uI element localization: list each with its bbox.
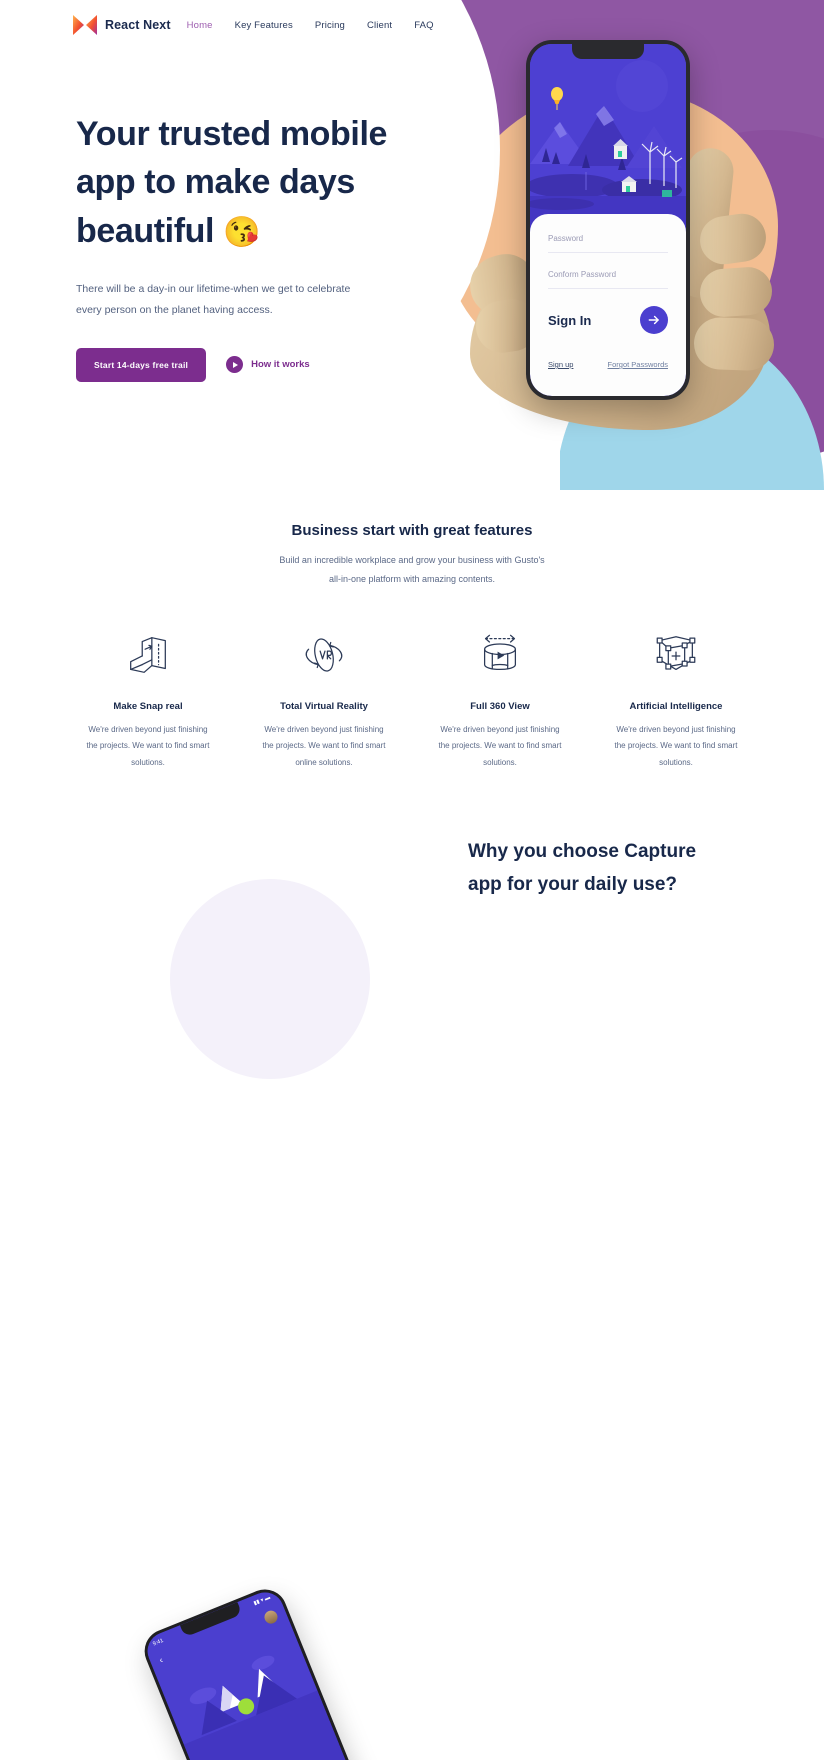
feature-text-line-1: We're driven beyond just finishing <box>88 724 208 734</box>
features-subtitle-line-1: Build an incredible workplace and grow y… <box>279 555 545 565</box>
tilted-landscape-svg <box>141 1586 386 1760</box>
bowtie-logo-icon <box>73 15 97 35</box>
start-free-trial-button[interactable]: Start 14-days free trail <box>76 347 207 382</box>
features-title: Business start with great features <box>291 522 533 539</box>
mannequin-finger-pinky <box>693 316 775 372</box>
feature-text-line-2: the projects. We want to find smart <box>262 741 386 751</box>
white-bottom-mask <box>0 380 560 500</box>
nav-link-faq[interactable]: FAQ <box>414 20 433 31</box>
hero-subtitle: There will be a day-in our lifetime-when… <box>76 279 396 322</box>
hero-section: React Next Home Key Features Pricing Cli… <box>0 0 824 500</box>
signin-row: Sign In <box>548 306 668 334</box>
snap-box-icon <box>72 627 224 683</box>
why-content: Why you choose Capture app for your dail… <box>468 835 788 902</box>
play-icon <box>226 356 244 374</box>
feature-card[interactable]: Make Snap real We're driven beyond just … <box>60 627 236 771</box>
feature-card-text: We're driven beyond just finishing the p… <box>72 722 224 771</box>
signin-submit-button[interactable] <box>640 306 668 334</box>
confirm-password-field[interactable]: Conform Password <box>548 270 668 289</box>
feature-text-line-3: solutions. <box>659 757 693 767</box>
status-time: 9:41 <box>152 1637 165 1648</box>
feature-card-text: We're driven beyond just finishing the p… <box>424 722 576 771</box>
feature-cards: Make Snap real We're driven beyond just … <box>0 627 824 771</box>
feature-card-text: We're driven beyond just finishing the p… <box>600 722 752 771</box>
features-section: Business start with great features Build… <box>0 500 824 771</box>
signin-label: Sign In <box>548 312 592 328</box>
why-choose-section: 9:41 ▮▮ ▾ ▬ ‹ Why you choose Capture app… <box>0 827 824 1760</box>
main-navigation: React Next Home Key Features Pricing Cli… <box>0 0 824 50</box>
vr-orbit-icon <box>248 627 400 683</box>
feature-text-line-3: solutions. <box>483 757 517 767</box>
why-background-circle <box>170 878 370 1079</box>
tilted-phone-mockup: 9:41 ▮▮ ▾ ▬ ‹ <box>138 1582 390 1760</box>
feature-card-title: Total Virtual Reality <box>280 700 368 712</box>
phone-mockup: Password Conform Password Sign In Sign u… <box>526 40 690 400</box>
feature-card-title: Make Snap real <box>113 700 183 712</box>
feature-text-line-1: We're driven beyond just finishing <box>616 724 736 734</box>
nav-link-key-features[interactable]: Key Features <box>235 20 293 31</box>
feature-text-line-3: solutions. <box>131 757 165 767</box>
nav-link-client[interactable]: Client <box>367 20 392 31</box>
feature-text-line-2: the projects. We want to find smart <box>86 741 210 751</box>
hero-title: Your trusted mobile app to make days bea… <box>76 110 476 255</box>
how-it-works-button[interactable]: How it works <box>226 356 310 374</box>
features-subtitle: Build an incredible workplace and grow y… <box>0 551 824 589</box>
landscape-svg <box>530 44 686 229</box>
feature-text-line-2: the projects. We want to find smart <box>614 741 738 751</box>
feature-card[interactable]: Total Virtual Reality We're driven beyon… <box>236 627 412 771</box>
nav-link-home[interactable]: Home <box>187 20 213 31</box>
feature-card-title: Full 360 View <box>470 700 530 712</box>
hero-subtitle-line-1: There will be a day-in our lifetime-when… <box>76 282 351 295</box>
signin-links: Sign up Forgot Passwords <box>548 360 668 369</box>
hero-subtitle-line-2: every person on the planet having access… <box>76 304 273 317</box>
phone-screen: Password Conform Password Sign In Sign u… <box>530 44 686 396</box>
kissing-heart-emoji: 😘 <box>223 215 261 249</box>
feature-card[interactable]: Full 360 View We're driven beyond just f… <box>412 627 588 771</box>
feature-text-line-2: the projects. We want to find smart <box>438 741 562 751</box>
forgot-password-link[interactable]: Forgot Passwords <box>608 360 668 369</box>
ai-cube-icon <box>600 627 752 683</box>
panorama-360-icon <box>424 627 576 683</box>
password-field[interactable]: Password <box>548 234 668 253</box>
signup-link[interactable]: Sign up <box>548 360 573 369</box>
features-subtitle-line-2: all-in-one platform with amazing content… <box>328 573 496 584</box>
why-title: Why you choose Capture app for your dail… <box>468 835 788 902</box>
nav-link-pricing[interactable]: Pricing <box>315 20 345 31</box>
feature-text-line-3: online solutions. <box>295 757 353 767</box>
hero-content: Your trusted mobile app to make days bea… <box>76 110 476 382</box>
feature-text-line-1: We're driven beyond just finishing <box>264 724 384 734</box>
brand-logo[interactable]: React Next <box>72 14 171 36</box>
night-landscape-illustration <box>530 44 686 229</box>
feature-card-text: We're driven beyond just finishing the p… <box>248 722 400 771</box>
why-title-line-1: Why you choose Capture <box>468 840 697 862</box>
feature-text-line-1: We're driven beyond just finishing <box>440 724 560 734</box>
how-it-works-label: How it works <box>251 359 310 371</box>
hero-cta-group: Start 14-days free trail How it works <box>76 347 476 382</box>
brand-name: React Next <box>105 18 171 32</box>
nav-links: Home Key Features Pricing Client FAQ <box>187 20 434 31</box>
hero-title-line-2: app to make days <box>76 163 355 202</box>
hero-title-line-3: beautiful <box>76 211 215 250</box>
feature-card-title: Artificial Intelligence <box>629 700 723 712</box>
feature-card[interactable]: Artificial Intelligence We're driven bey… <box>588 627 764 771</box>
arrow-right-icon <box>648 315 659 325</box>
hero-title-line-1: Your trusted mobile <box>76 115 388 153</box>
signin-sheet: Password Conform Password Sign In Sign u… <box>530 214 686 396</box>
why-title-line-2: app for your daily use? <box>468 874 678 896</box>
tilted-phone-screen: 9:41 ▮▮ ▾ ▬ ‹ <box>141 1586 386 1760</box>
